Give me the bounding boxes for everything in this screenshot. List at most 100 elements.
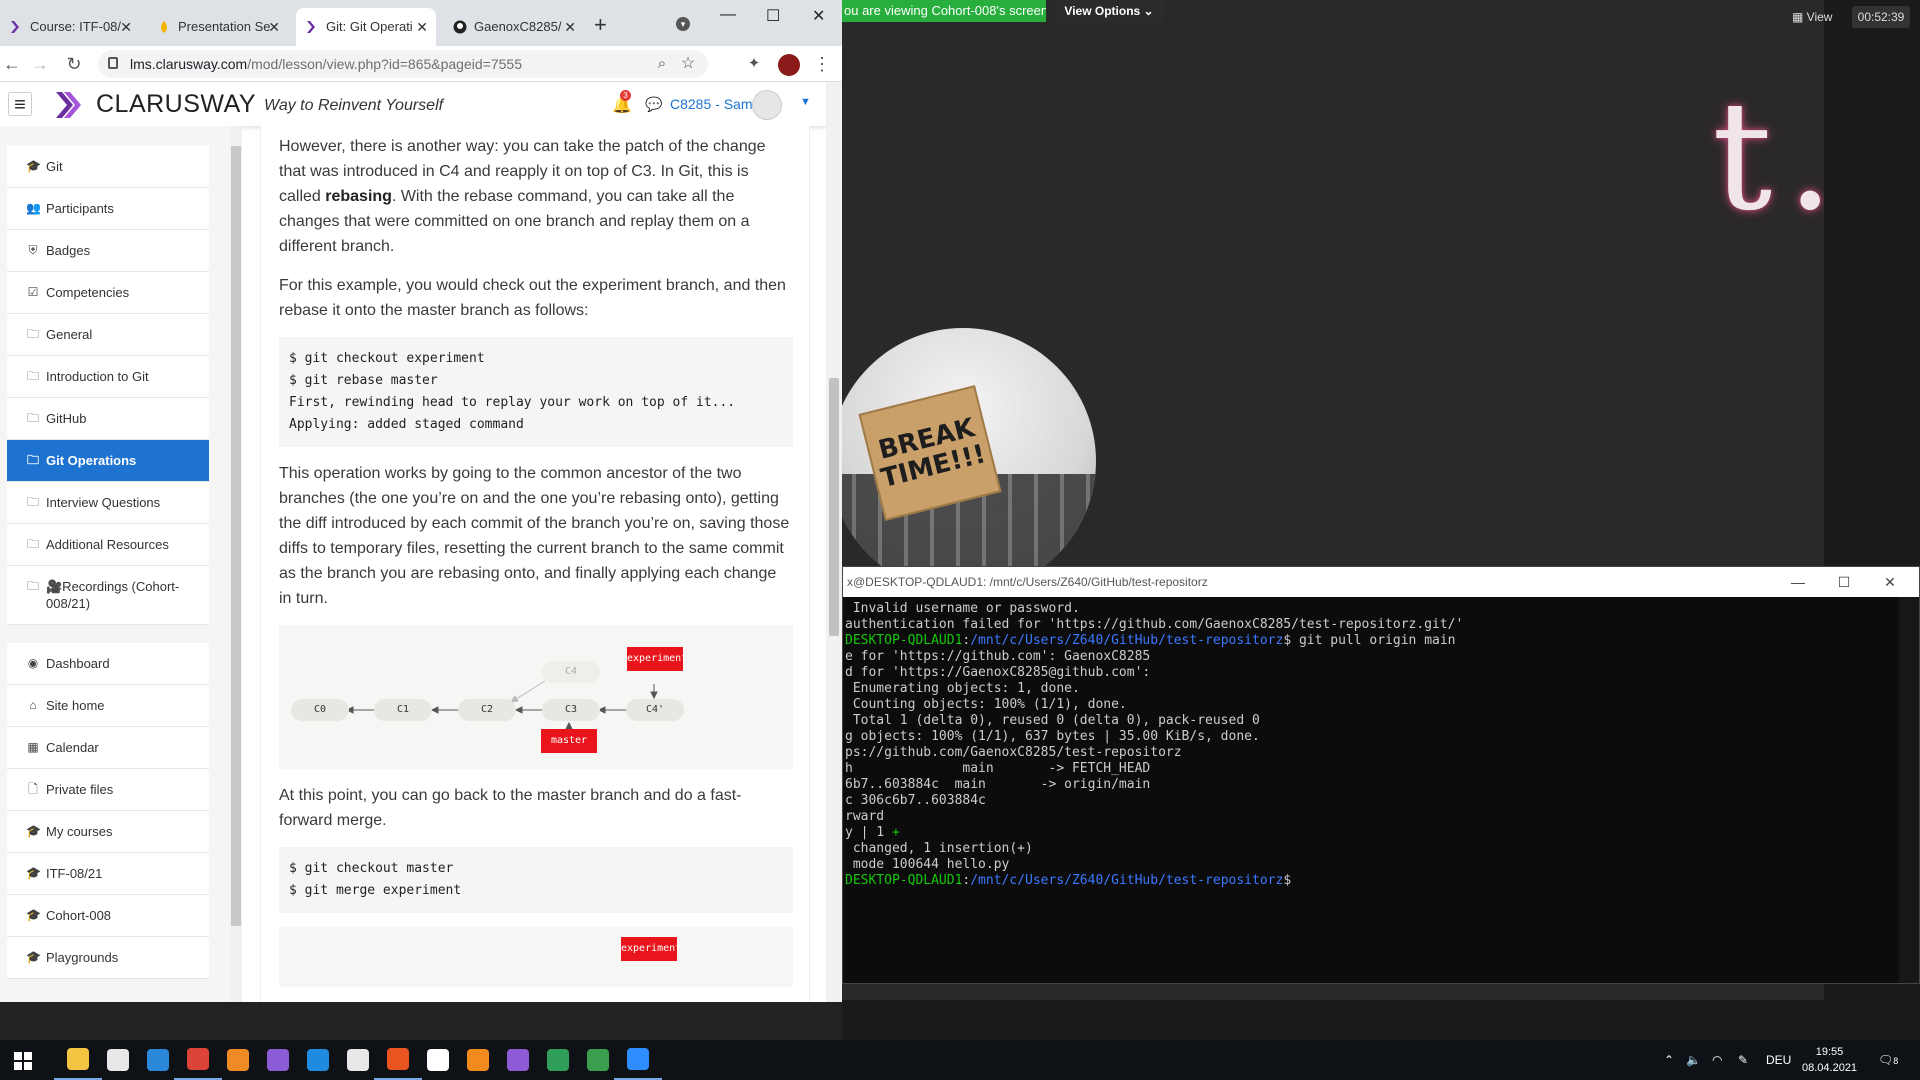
user-menu-name[interactable]: C8285 - Sami — [670, 96, 756, 112]
sidebar-item-github[interactable]: 🗀 GitHub — [7, 398, 209, 440]
sidebar-item-itf-08-21[interactable]: 🎓 ITF-08/21 — [7, 853, 209, 895]
chrome-menu-icon[interactable]: ⋮ — [810, 52, 834, 76]
ubuntu-icon — [387, 1048, 409, 1070]
sidebar-scrollbar[interactable] — [230, 126, 242, 1002]
volume-icon[interactable]: 🔈 — [1686, 1040, 1701, 1080]
tab-label: Course: ITF-08/ — [30, 19, 122, 34]
rebase-diagram: C0 C1 C2 C3 C4' C4 experiment master — [279, 625, 793, 769]
reload-button[interactable]: ↻ — [62, 52, 86, 76]
chevron-up-icon[interactable]: ⌃ — [1664, 1040, 1674, 1080]
commit-node: C3 — [542, 699, 600, 721]
sidebar-item-competencies[interactable]: ☑ Competencies — [7, 272, 209, 314]
sidebar-item-introduction-to-git[interactable]: 🗀 Introduction to Git — [7, 356, 209, 398]
close-button[interactable]: ✕ — [812, 6, 825, 26]
windows-start-button[interactable] — [14, 1052, 32, 1070]
checkbox-icon: ☑ — [27, 285, 39, 299]
chat-icon[interactable]: 💬 — [645, 96, 662, 113]
sidebar-item-label: General — [46, 327, 93, 342]
avatar[interactable] — [752, 90, 782, 120]
new-tab-button[interactable]: + — [594, 14, 607, 36]
close-icon[interactable]: ✕ — [416, 8, 428, 46]
branch-tag-master: master — [541, 729, 597, 753]
tab-presentation[interactable]: Presentation Se ✕ — [148, 8, 288, 46]
graduation-cap-icon: 🎓 — [26, 950, 41, 964]
brand-name[interactable]: CLARUSWAY — [96, 90, 256, 119]
commit-node-faded: C4 — [542, 661, 600, 683]
zoom-view-label: View — [1806, 10, 1833, 24]
folder-icon: 🗀 — [26, 495, 39, 509]
terminal-scrollbar[interactable] — [1899, 597, 1919, 983]
sidebar-item-recordings-cohort-008-21[interactable]: 🗀 🎥Recordings (Cohort-008/21) — [7, 566, 209, 625]
back-button[interactable]: ← — [0, 52, 24, 76]
sidebar-item-my-courses[interactable]: 🎓 My courses — [7, 811, 209, 853]
sidebar-item-interview-questions[interactable]: 🗀 Interview Questions — [7, 482, 209, 524]
maximize-button[interactable]: ☐ — [766, 6, 780, 26]
wifi-icon[interactable]: ◠ — [1712, 1040, 1722, 1080]
tab-git-operations[interactable]: Git: Git Operati ✕ — [296, 8, 436, 46]
zoom-lens-icon[interactable]: ⌕ — [650, 52, 674, 76]
graduation-cap-icon: 🎓 — [26, 159, 41, 173]
close-icon[interactable]: ✕ — [268, 8, 280, 46]
sidebar-item-git[interactable]: 🎓 Git — [7, 146, 209, 188]
sidebar-item-label: Additional Resources — [46, 537, 169, 552]
sidebar-item-additional-resources[interactable]: 🗀 Additional Resources — [7, 524, 209, 566]
forward-button[interactable]: → — [28, 52, 52, 76]
terminal-output[interactable]: Invalid username or password. authenticat… — [843, 597, 1899, 983]
sidebar-item-label: Git — [46, 159, 63, 174]
graduation-cap-icon: 🎓 — [26, 866, 41, 880]
extensions-icon[interactable]: ✦ — [742, 52, 766, 76]
close-icon[interactable]: ✕ — [564, 8, 576, 46]
terminal-line: c 306c6b7..603884c — [845, 793, 986, 808]
notification-center-icon[interactable]: 🗨8 — [1878, 1040, 1898, 1080]
language-indicator[interactable]: DEU — [1766, 1040, 1791, 1080]
tab-github[interactable]: GaenoxC8285/ ✕ — [444, 8, 584, 46]
terminal-line: Invalid username or password. — [845, 601, 1080, 616]
sidebar-item-participants[interactable]: 👥 Participants — [7, 188, 209, 230]
terminal-line: rward — [845, 809, 885, 824]
taskbar-app[interactable] — [614, 1040, 662, 1080]
minimize-button[interactable]: — — [720, 6, 736, 24]
sidebar-item-cohort-008[interactable]: 🎓 Cohort-008 — [7, 895, 209, 937]
page-scroll-thumb[interactable] — [829, 378, 839, 636]
lesson-content: However, there is another way: you can t… — [260, 126, 810, 1002]
close-button[interactable]: ✕ — [1867, 567, 1913, 597]
address-bar[interactable]: lms.clarusway.com/mod/lesson/view.php?id… — [98, 50, 708, 78]
zoom-view-button[interactable]: ▦ View — [1792, 10, 1832, 24]
sidebar-item-private-files[interactable]: 🗋 Private files — [7, 769, 209, 811]
terminal-title: x@DESKTOP-QDLAUD1: /mnt/c/Users/Z640/Git… — [847, 575, 1208, 589]
menu-toggle-button[interactable]: ≡ — [8, 92, 32, 116]
commit-node: C0 — [291, 699, 349, 721]
taskbar-clock[interactable]: 19:55 08.04.2021 — [1802, 1044, 1857, 1076]
clarusway-logo[interactable] — [52, 90, 82, 120]
sidebar-scroll-thumb[interactable] — [231, 146, 241, 926]
page-scrollbar[interactable] — [826, 82, 842, 1002]
sidebar-item-git-operations[interactable]: 🗀 Git Operations — [7, 440, 209, 482]
code-block-merge[interactable]: $ git checkout master $ git merge experi… — [279, 847, 793, 913]
bookmark-star-icon[interactable]: ☆ — [676, 52, 700, 76]
maximize-button[interactable]: ☐ — [1821, 567, 1867, 597]
terminal-window[interactable]: x@DESKTOP-QDLAUD1: /mnt/c/Users/Z640/Git… — [842, 566, 1920, 984]
view-options-button[interactable]: View Options ⌄ — [1054, 0, 1164, 22]
pen-icon[interactable]: ✎ — [1738, 1040, 1748, 1080]
lesson-paragraph: This operation works by going to the com… — [279, 465, 790, 607]
tab-search-button[interactable]: ▾ — [676, 17, 690, 31]
sidebar-item-label: Playgrounds — [46, 950, 119, 965]
sidebar-item-label: Calendar — [46, 740, 99, 755]
sidebar-item-playgrounds[interactable]: 🎓 Playgrounds — [7, 937, 209, 979]
sidebar-item-site-home[interactable]: ⌂ Site home — [7, 685, 209, 727]
sidebar-item-calendar[interactable]: ▦ Calendar — [7, 727, 209, 769]
terminal-line: Counting objects: 100% (1/1), done. — [845, 697, 1127, 712]
code-block-rebase[interactable]: $ git checkout experiment $ git rebase m… — [279, 337, 793, 447]
tab-course[interactable]: Course: ITF-08/ ✕ — [0, 8, 140, 46]
sidebar-item-dashboard[interactable]: ◉ Dashboard — [7, 643, 209, 685]
profile-avatar[interactable] — [778, 54, 800, 76]
sidebar-item-general[interactable]: 🗀 General — [7, 314, 209, 356]
lesson-paragraph: At this point, you can go back to the ma… — [279, 787, 742, 829]
clock-time: 19:55 — [1815, 1046, 1844, 1058]
terminal-titlebar[interactable]: x@DESKTOP-QDLAUD1: /mnt/c/Users/Z640/Git… — [843, 567, 1919, 597]
sidebar-item-badges[interactable]: ⛨ Badges — [7, 230, 209, 272]
chevron-down-icon[interactable]: ▼ — [800, 96, 811, 108]
close-icon[interactable]: ✕ — [120, 8, 132, 46]
minimize-button[interactable]: — — [1775, 567, 1821, 597]
chrome-icon — [187, 1048, 209, 1070]
